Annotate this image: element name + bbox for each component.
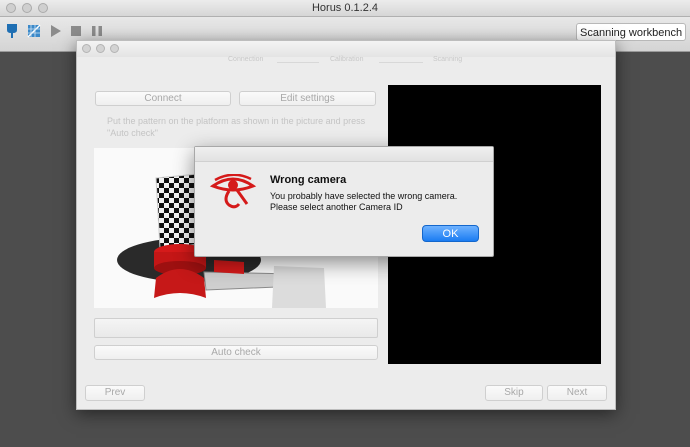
edit-settings-button[interactable]: Edit settings (239, 91, 376, 106)
alert-message-line: You probably have selected the wrong cam… (270, 191, 458, 201)
stop-tool-button[interactable] (68, 23, 84, 39)
alert-titlebar (195, 147, 493, 162)
step-connection: Connection (228, 56, 264, 63)
wizard-close-button[interactable] (82, 44, 91, 53)
wrong-camera-alert: Wrong camera You probably have selected … (194, 146, 494, 257)
skip-button[interactable]: Skip (485, 385, 543, 401)
wizard-window-controls (82, 44, 119, 53)
auto-check-button[interactable]: Auto check (94, 345, 378, 360)
step-divider (277, 62, 319, 63)
minimize-window-button[interactable] (22, 3, 32, 13)
step-scanning: Scanning (433, 56, 463, 63)
app-title: Horus 0.1.2.4 (311, 2, 379, 14)
workbench-select[interactable]: Scanning workbench (576, 23, 686, 41)
step-divider (379, 62, 423, 63)
app-titlebar: Horus 0.1.2.4 (0, 0, 690, 17)
wizard-steps: Connection Calibration Scanning (77, 56, 615, 68)
check-progress-bar (94, 318, 378, 338)
disconnect-tool-button[interactable] (26, 23, 42, 39)
window-controls (6, 3, 48, 13)
play-tool-button[interactable] (48, 23, 64, 39)
alert-title: Wrong camera (270, 174, 347, 186)
connect-button[interactable]: Connect (95, 91, 231, 106)
plug-icon (7, 24, 17, 38)
alert-message-line: Please select another Camera ID (270, 202, 403, 212)
horus-eye-icon (209, 173, 257, 212)
prev-button[interactable]: Prev (85, 385, 145, 401)
connect-tool-button[interactable] (4, 23, 20, 39)
stop-icon (71, 26, 81, 36)
alert-message: You probably have selected the wrong cam… (270, 191, 480, 213)
pause-icon (92, 26, 102, 36)
ok-button[interactable]: OK (422, 225, 479, 242)
grid-icon (27, 24, 41, 38)
instruction-text: Put the pattern on the platform as shown… (107, 116, 366, 138)
step-calibration: Calibration (330, 56, 364, 63)
next-button[interactable]: Next (547, 385, 607, 401)
wizard-zoom-button[interactable] (110, 44, 119, 53)
wizard-titlebar (77, 41, 615, 57)
zoom-window-button[interactable] (38, 3, 48, 13)
play-icon (51, 25, 61, 37)
wizard-minimize-button[interactable] (96, 44, 105, 53)
close-window-button[interactable] (6, 3, 16, 13)
pause-tool-button[interactable] (89, 23, 105, 39)
